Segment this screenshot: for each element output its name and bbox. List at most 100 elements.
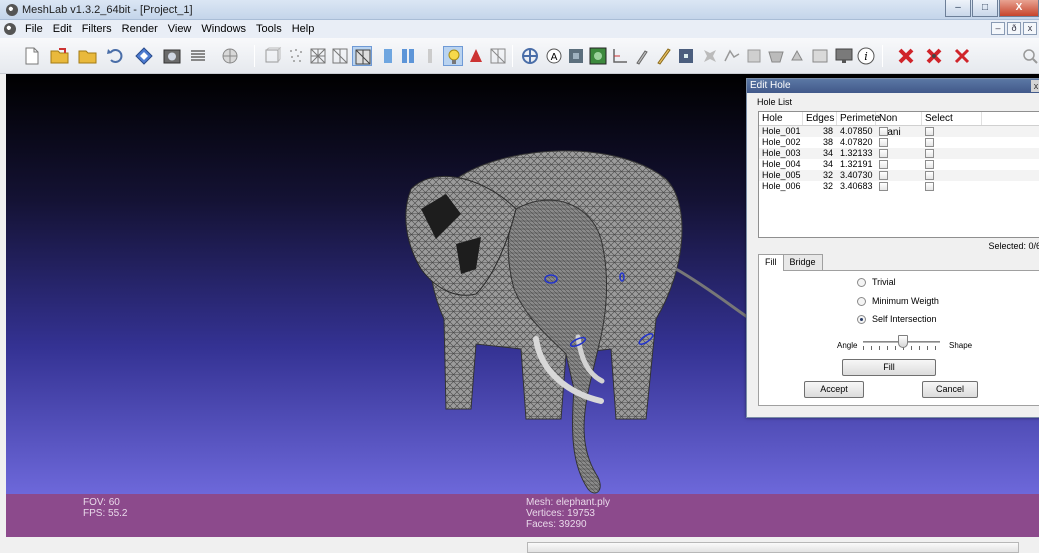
option-minimum-weight[interactable]: Minimum Weigth (857, 296, 939, 307)
select-checkbox[interactable] (925, 138, 934, 148)
minimum-weight-radio[interactable] (857, 297, 866, 307)
cancel-button[interactable]: Cancel (922, 381, 978, 398)
table-row[interactable]: Hole_003 34 1.32133 (759, 148, 1039, 159)
select-checkbox[interactable] (925, 149, 934, 159)
close-window-button[interactable]: X (999, 0, 1039, 17)
delete-all-icon[interactable] (952, 46, 972, 66)
open-folder-alt-icon[interactable] (78, 46, 98, 66)
toolbar-separator (254, 45, 255, 67)
snapshot-icon[interactable] (162, 46, 182, 66)
option-trivial[interactable]: Trivial (857, 277, 896, 288)
pick-icon[interactable] (610, 46, 630, 66)
info-icon[interactable]: i (856, 46, 876, 66)
hole-table[interactable]: Hole Edges Perimete Non Mani Select Hole… (758, 111, 1039, 238)
column-hole[interactable]: Hole (759, 112, 803, 125)
non-manifold-checkbox[interactable] (879, 160, 888, 170)
self-intersection-radio[interactable] (857, 315, 866, 325)
option-self-intersection[interactable]: Self Intersection (857, 314, 937, 325)
non-manifold-checkbox[interactable] (879, 171, 888, 181)
column-perimeter[interactable]: Perimete (837, 112, 880, 125)
column-select[interactable]: Select (922, 112, 982, 125)
menu-edit[interactable]: Edit (48, 22, 77, 36)
menu-windows[interactable]: Windows (196, 22, 251, 36)
hole-name: Hole_001 (762, 126, 801, 136)
menu-help[interactable]: Help (287, 22, 320, 36)
tab-bridge[interactable]: Bridge (782, 254, 823, 270)
color-icon[interactable] (588, 46, 608, 66)
align-icon[interactable] (744, 46, 764, 66)
minimize-button[interactable]: – (945, 0, 971, 17)
smooth-icon[interactable] (398, 46, 418, 66)
mdi-minimize-button[interactable]: – (991, 22, 1005, 35)
light-icon[interactable] (443, 46, 463, 66)
axis-icon[interactable] (520, 46, 540, 66)
measure-icon[interactable] (566, 46, 586, 66)
fancy-light-icon[interactable] (488, 46, 508, 66)
double-light-icon[interactable] (466, 46, 486, 66)
slider-thumb[interactable] (898, 335, 908, 348)
monitor-icon[interactable] (834, 46, 854, 66)
delete-face-icon[interactable] (896, 46, 916, 66)
toolbar-separator (882, 45, 883, 67)
menu-file[interactable]: File (20, 22, 48, 36)
non-manifold-checkbox[interactable] (879, 127, 888, 137)
compare-icon[interactable] (810, 46, 830, 66)
menu-render[interactable]: Render (117, 22, 163, 36)
align-alt-icon[interactable] (766, 46, 786, 66)
fill-button[interactable]: Fill (842, 359, 936, 376)
wireframe-icon[interactable] (308, 46, 328, 66)
mdi-close-button[interactable]: x (1023, 22, 1037, 35)
non-manifold-checkbox[interactable] (879, 138, 888, 148)
table-row[interactable]: Hole_004 34 1.32191 (759, 159, 1039, 170)
accept-button[interactable]: Accept (804, 381, 864, 398)
dialog-close-button[interactable]: x (1031, 80, 1039, 92)
select-checkbox[interactable] (925, 171, 934, 181)
texture-icon[interactable] (420, 46, 440, 66)
select-connected-icon[interactable] (700, 46, 720, 66)
globe-icon[interactable] (220, 46, 240, 66)
open-folder-icon[interactable] (50, 46, 70, 66)
tab-fill[interactable]: Fill (758, 254, 784, 271)
select-checkbox[interactable] (925, 160, 934, 170)
table-row[interactable]: Hole_001 38 4.07850 (759, 126, 1039, 137)
search-icon[interactable] (1020, 46, 1039, 66)
column-edges[interactable]: Edges (803, 112, 837, 125)
paint-icon[interactable] (632, 46, 652, 66)
dialog-title[interactable]: Edit Hole (747, 79, 1039, 93)
table-row[interactable]: Hole_006 32 3.40683 (759, 181, 1039, 192)
menu-filters[interactable]: Filters (77, 22, 117, 36)
save-icon[interactable] (134, 46, 154, 66)
points-icon[interactable] (286, 46, 306, 66)
table-row[interactable]: Hole_002 38 4.07820 (759, 137, 1039, 148)
select-faces-icon[interactable] (722, 46, 742, 66)
hole-perimeter: 3.40730 (840, 170, 873, 180)
select-vertex-icon[interactable] (676, 46, 696, 66)
menu-tools[interactable]: Tools (251, 22, 287, 36)
annotation-icon[interactable]: A (544, 46, 564, 66)
hidden-lines-icon[interactable] (330, 46, 350, 66)
reload-icon[interactable] (106, 46, 126, 66)
select-icon[interactable] (654, 46, 674, 66)
non-manifold-checkbox[interactable] (879, 149, 888, 159)
toolbar-separator (512, 45, 513, 67)
new-file-icon[interactable] (22, 46, 42, 66)
column-non-manifold[interactable]: Non Mani (876, 112, 922, 138)
main-toolbar: A i (0, 38, 1039, 74)
mdi-restore-button[interactable]: ð (1007, 22, 1021, 35)
angle-shape-slider[interactable] (863, 335, 940, 351)
select-checkbox[interactable] (925, 127, 934, 137)
table-row[interactable]: Hole_005 32 3.40730 (759, 170, 1039, 181)
select-checkbox[interactable] (925, 182, 934, 192)
delete-vertex-icon[interactable] (924, 46, 944, 66)
transform-icon[interactable] (788, 46, 808, 66)
window-title: MeshLab v1.3.2_64bit - [Project_1] (22, 4, 193, 16)
non-manifold-checkbox[interactable] (879, 182, 888, 192)
flat-lines-icon[interactable] (352, 46, 372, 66)
trivial-radio[interactable] (857, 278, 866, 288)
menu-view[interactable]: View (163, 22, 197, 36)
flat-icon[interactable] (378, 46, 398, 66)
maximize-button[interactable]: □ (972, 0, 998, 17)
document-icon[interactable] (4, 23, 16, 35)
layers-icon[interactable] (188, 46, 208, 66)
bounding-box-icon[interactable] (262, 46, 282, 66)
